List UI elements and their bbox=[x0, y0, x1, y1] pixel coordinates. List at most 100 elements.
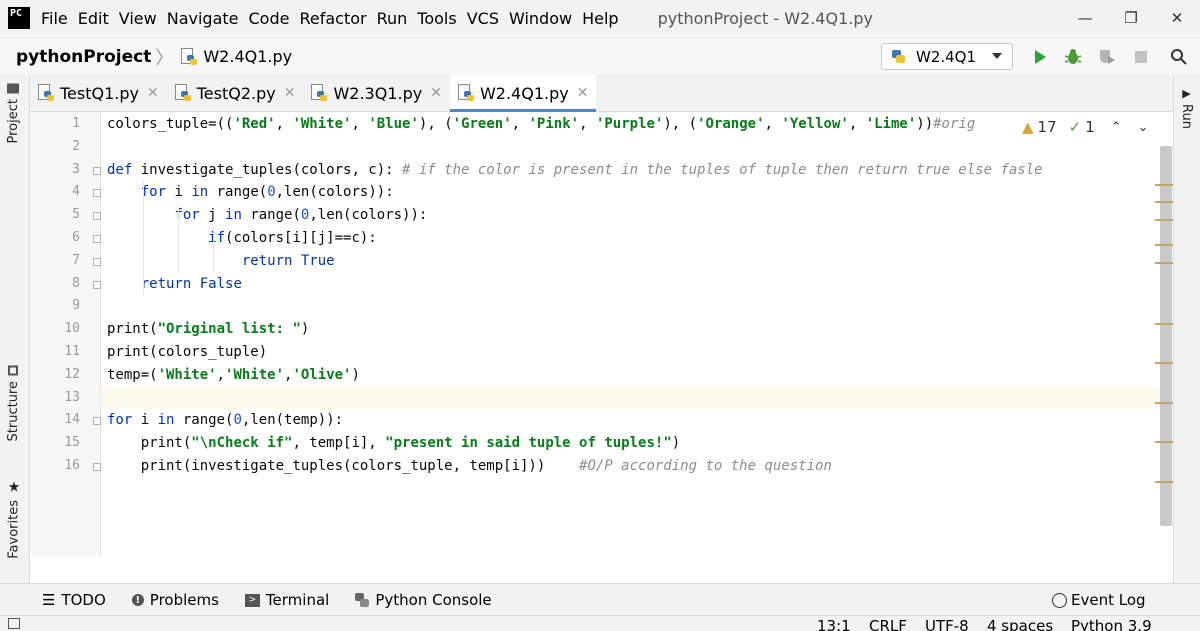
tab-testq1[interactable]: TestQ1.py ✕ bbox=[30, 75, 167, 111]
code-line[interactable]: for j in range(0,len(colors)): bbox=[107, 204, 427, 226]
fold-marker-icon[interactable] bbox=[93, 166, 101, 175]
stop-button[interactable] bbox=[1130, 46, 1152, 68]
code-line[interactable]: colors_tuple=(('Red', 'White', 'Blue'), … bbox=[107, 113, 975, 135]
menu-refactor[interactable]: Refactor bbox=[294, 9, 371, 28]
error-stripe-mark[interactable] bbox=[1155, 481, 1173, 483]
code-line[interactable]: def investigate_tuples(colors, c): # if … bbox=[107, 159, 1043, 181]
fold-marker-icon[interactable] bbox=[93, 235, 101, 243]
close-tab-icon[interactable]: ✕ bbox=[577, 85, 589, 101]
close-tab-icon[interactable]: ✕ bbox=[147, 85, 159, 101]
breadcrumb-separator-icon: 〉 bbox=[155, 47, 174, 69]
chevron-up-icon[interactable]: ⌃ bbox=[1111, 120, 1122, 135]
coverage-button[interactable] bbox=[1096, 46, 1118, 68]
menu-code[interactable]: Code bbox=[244, 9, 295, 28]
editor-gutter[interactable]: 1 2 3 4 5 6 7 8 9 10 11 12 13 14 15 16 bbox=[30, 112, 101, 556]
code-line[interactable]: print(colors_tuple) bbox=[107, 341, 267, 363]
fold-marker-icon[interactable] bbox=[93, 463, 101, 471]
debug-button[interactable] bbox=[1062, 46, 1084, 68]
file-encoding[interactable]: UTF-8 bbox=[925, 617, 969, 631]
tool-tab-favorites[interactable]: Favorites ★ bbox=[6, 480, 22, 559]
minimize-button[interactable]: — bbox=[1062, 0, 1108, 36]
menu-edit[interactable]: Edit bbox=[73, 9, 114, 28]
code-line[interactable]: for i in range(0,len(colors)): bbox=[107, 181, 394, 203]
editor-scrollbar[interactable] bbox=[1160, 146, 1172, 526]
chevron-down-icon[interactable]: ⌄ bbox=[1138, 120, 1149, 135]
tool-tab-terminal[interactable]: > Terminal bbox=[244, 591, 329, 609]
error-stripe-mark[interactable] bbox=[1155, 323, 1173, 325]
inspection-widget[interactable]: ▲ 17 ✓ 1 ⌃ ⌄ bbox=[1022, 118, 1149, 136]
line-number: 15 bbox=[64, 435, 80, 451]
search-everywhere-button[interactable] bbox=[1168, 46, 1190, 68]
error-stripe-mark[interactable] bbox=[1155, 402, 1173, 404]
tab-label: TestQ2.py bbox=[196, 83, 276, 103]
tab-testq2[interactable]: TestQ2.py ✕ bbox=[167, 75, 304, 111]
code-editor[interactable]: colors_tuple=(('Red', 'White', 'Blue'), … bbox=[101, 112, 1173, 556]
tool-tab-project[interactable]: Project bbox=[6, 83, 21, 143]
menu-navigate[interactable]: Navigate bbox=[162, 9, 244, 28]
line-number: 8 bbox=[72, 275, 80, 291]
close-tab-icon[interactable]: ✕ bbox=[430, 85, 442, 101]
code-line[interactable]: return True bbox=[107, 250, 335, 272]
fold-marker-icon[interactable] bbox=[93, 417, 101, 426]
menu-view[interactable]: View bbox=[114, 9, 162, 28]
error-stripe-mark[interactable] bbox=[1155, 201, 1173, 203]
menu-tools[interactable]: Tools bbox=[412, 9, 461, 28]
bottom-tool-tabs: ☰ TODO ! Problems > Terminal Python Cons… bbox=[0, 583, 1200, 616]
tab-w2-4q1[interactable]: W2.4Q1.py ✕ bbox=[449, 75, 597, 112]
tab-label: W2.3Q1.py bbox=[333, 83, 423, 103]
code-line[interactable]: for i in range(0,len(temp)): bbox=[107, 409, 343, 431]
warning-count: 17 bbox=[1037, 118, 1057, 136]
run-button[interactable] bbox=[1029, 46, 1051, 68]
caret-position[interactable]: 13:1 bbox=[817, 617, 851, 631]
menu-window[interactable]: Window bbox=[504, 9, 577, 28]
tab-w2-3q1[interactable]: W2.3Q1.py ✕ bbox=[303, 75, 449, 111]
pycharm-logo-icon: PC bbox=[8, 7, 30, 29]
error-stripe-mark[interactable] bbox=[1155, 441, 1173, 443]
fold-marker-icon[interactable] bbox=[93, 189, 101, 198]
code-line[interactable]: return False bbox=[107, 273, 242, 295]
close-window-button[interactable]: ✕ bbox=[1154, 0, 1200, 36]
fold-marker-icon[interactable] bbox=[93, 280, 101, 289]
menu-help[interactable]: Help bbox=[577, 9, 623, 28]
tab-label: TestQ1.py bbox=[60, 83, 139, 103]
code-line[interactable]: print(investigate_tuples(colors_tuple, t… bbox=[107, 455, 832, 477]
menu-vcs[interactable]: VCS bbox=[462, 9, 504, 28]
error-stripe-mark[interactable] bbox=[1155, 219, 1173, 221]
error-stripe-mark[interactable] bbox=[1155, 262, 1173, 264]
window-title: pythonProject - W2.4Q1.py bbox=[657, 8, 873, 28]
python-interpreter[interactable]: Python 3.9 bbox=[1071, 617, 1152, 631]
line-separator[interactable]: CRLF bbox=[869, 617, 907, 631]
menu-file[interactable]: File bbox=[36, 9, 73, 28]
error-stripe-mark[interactable] bbox=[1155, 244, 1173, 246]
fold-marker-icon[interactable] bbox=[93, 212, 101, 221]
tool-tab-problems[interactable]: ! Problems bbox=[131, 591, 219, 609]
tool-tab-event-log[interactable]: Event Log bbox=[1052, 591, 1146, 609]
code-line[interactable]: print("\nCheck if", temp[i], "present in… bbox=[107, 432, 680, 454]
current-line-highlight bbox=[101, 386, 1161, 409]
structure-icon bbox=[8, 365, 19, 375]
error-stripe-mark[interactable] bbox=[1155, 184, 1173, 186]
search-icon bbox=[1171, 49, 1187, 65]
fold-marker-icon[interactable] bbox=[93, 257, 101, 266]
menu-run[interactable]: Run bbox=[372, 9, 413, 28]
restore-button[interactable]: ❐ bbox=[1108, 0, 1154, 36]
code-line[interactable]: print("Original list: ") bbox=[107, 318, 309, 340]
line-number: 13 bbox=[64, 389, 80, 405]
coverage-shield-icon bbox=[1100, 50, 1115, 64]
run-configuration-select[interactable]: W2.4Q1 bbox=[881, 43, 1013, 70]
toggle-tool-windows-icon[interactable] bbox=[8, 618, 20, 629]
line-number: 2 bbox=[72, 138, 80, 154]
tool-tab-structure[interactable]: Structure bbox=[6, 365, 21, 441]
tool-tab-todo[interactable]: ☰ TODO bbox=[42, 591, 106, 609]
close-tab-icon[interactable]: ✕ bbox=[284, 85, 296, 101]
star-icon: ★ bbox=[6, 480, 22, 496]
code-line[interactable]: if(colors[i][j]==c): bbox=[107, 227, 377, 249]
code-line[interactable]: temp=('White','White','Olive') bbox=[107, 364, 360, 386]
error-stripe-mark[interactable] bbox=[1155, 362, 1173, 364]
run-configuration-label: W2.4Q1 bbox=[916, 47, 977, 66]
breadcrumb-file[interactable]: W2.4Q1.py bbox=[203, 47, 292, 66]
breadcrumb-project[interactable]: pythonProject bbox=[16, 47, 151, 67]
tool-tab-python-console[interactable]: Python Console bbox=[355, 591, 492, 609]
tool-tab-run[interactable]: ▶ Run bbox=[1179, 87, 1194, 129]
indent-setting[interactable]: 4 spaces bbox=[987, 617, 1053, 631]
